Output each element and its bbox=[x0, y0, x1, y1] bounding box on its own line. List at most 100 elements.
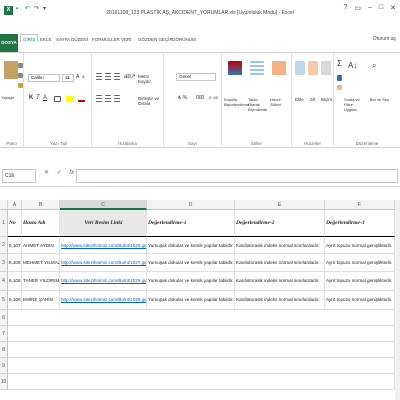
delete-cells-icon[interactable] bbox=[308, 61, 318, 75]
autosum-icon[interactable]: Σ bbox=[337, 59, 342, 68]
image-link[interactable]: http://www.sitezihnimiz.com/Bulnt/1029.j… bbox=[60, 291, 147, 310]
row-header[interactable]: 10 bbox=[0, 374, 8, 390]
header-cell-eval2[interactable]: Değerlendirme-2 bbox=[235, 210, 325, 237]
merge-center-button[interactable]: Birleştir ve Ortala bbox=[138, 96, 163, 106]
insert-cells-label[interactable]: Ekle bbox=[295, 97, 304, 102]
grow-font-icon[interactable]: A bbox=[76, 74, 79, 80]
decimal-icon[interactable]: ,0 ,00 bbox=[208, 95, 218, 100]
column-header-a[interactable]: A bbox=[8, 200, 22, 210]
format-cells-label[interactable]: Biçim bbox=[321, 97, 332, 102]
number-format-combo[interactable]: Genel bbox=[176, 73, 216, 81]
tab-file[interactable]: DOSYA bbox=[0, 34, 18, 52]
cancel-icon[interactable]: ✕ bbox=[44, 170, 49, 176]
select-all-corner[interactable] bbox=[0, 200, 8, 210]
shrink-font-icon[interactable]: A bbox=[82, 74, 85, 79]
table-cell[interactable]: Yumuşak dokular ve kemik yapılar tabiidi… bbox=[147, 272, 235, 291]
cell-styles-label[interactable]: Hücre Stilleri bbox=[270, 97, 290, 107]
align-left-icon[interactable] bbox=[96, 95, 102, 103]
sort-filter-icon[interactable]: A↓ bbox=[348, 61, 357, 70]
formula-input[interactable] bbox=[76, 169, 398, 183]
row-header[interactable]: 5 bbox=[0, 291, 8, 310]
enter-icon[interactable]: ✓ bbox=[57, 170, 62, 176]
find-select-icon[interactable]: ⌕ bbox=[372, 61, 376, 71]
header-cell-patient[interactable]: Hasta Adı bbox=[22, 210, 60, 237]
borders-icon[interactable] bbox=[54, 96, 61, 102]
row-header[interactable]: 7 bbox=[0, 326, 8, 342]
copy-icon[interactable] bbox=[18, 73, 23, 78]
align-bottom-icon[interactable] bbox=[114, 73, 120, 81]
sort-filter-label[interactable]: Sırala ve Filtre Uygula bbox=[344, 97, 366, 112]
row-header[interactable]: 2 bbox=[0, 237, 8, 254]
bold-icon[interactable]: K bbox=[29, 95, 33, 101]
table-cell[interactable]: Yumuşak dokular ve kemik yapılar tabiidi… bbox=[147, 291, 235, 310]
table-cell[interactable]: Ayrıt topuzu normal genişliktedir. bbox=[325, 254, 395, 272]
row-header[interactable]: 3 bbox=[0, 254, 8, 272]
underline-icon[interactable]: A bbox=[43, 95, 47, 101]
image-link[interactable]: http://www.sitezihnimiz.com/Bulnt/1029.j… bbox=[60, 272, 147, 291]
column-header-f[interactable]: F bbox=[325, 200, 395, 210]
header-cell-eval3[interactable]: Değerlendirme-3 bbox=[325, 210, 395, 237]
tab-insert[interactable]: EKLE bbox=[40, 37, 52, 42]
conditional-formatting-icon[interactable] bbox=[228, 61, 242, 75]
table-cell[interactable]: Ayrıt topuzu normal genişliktedir. bbox=[325, 237, 395, 254]
row-header[interactable]: 1 bbox=[0, 210, 8, 237]
empty-row[interactable] bbox=[8, 310, 395, 326]
delete-cells-label[interactable]: Sil bbox=[310, 97, 315, 102]
insert-cells-icon[interactable] bbox=[295, 61, 305, 75]
help-icon[interactable]: ? bbox=[343, 4, 347, 12]
sign-in-link[interactable]: Oturum aç bbox=[373, 36, 396, 42]
column-header-d[interactable]: D bbox=[147, 200, 235, 210]
align-top-icon[interactable] bbox=[96, 73, 102, 81]
font-color-icon[interactable] bbox=[78, 96, 85, 102]
empty-row[interactable] bbox=[8, 326, 395, 342]
table-cell[interactable]: 6,108 bbox=[8, 291, 22, 310]
tab-formulas[interactable]: FORMÜLLER bbox=[92, 37, 120, 42]
table-cell[interactable]: EMİNE ŞAHİN bbox=[22, 291, 60, 310]
tab-data[interactable]: VERİ bbox=[121, 37, 132, 42]
table-cell[interactable]: Yumuşak dokular ve kemik yapılar tabiidi… bbox=[147, 237, 235, 254]
row-header[interactable]: 9 bbox=[0, 358, 8, 374]
empty-row[interactable] bbox=[8, 374, 395, 390]
align-center-icon[interactable] bbox=[105, 95, 111, 103]
minimize-icon[interactable]: – bbox=[368, 4, 372, 12]
row-header[interactable]: 4 bbox=[0, 272, 8, 291]
cell-styles-icon[interactable] bbox=[272, 61, 286, 75]
currency-icon[interactable]: ₺ % bbox=[178, 95, 187, 101]
paste-icon[interactable] bbox=[4, 61, 18, 79]
insert-function-icon[interactable]: fx bbox=[69, 170, 74, 176]
format-cells-icon[interactable] bbox=[321, 61, 331, 75]
table-cell[interactable]: Kardiotorasik indeks normal sınırlardadı… bbox=[235, 254, 325, 272]
format-as-table-label[interactable]: Tablo Olarak Biçimlendir bbox=[248, 97, 270, 112]
font-size-combo[interactable]: 11 bbox=[62, 74, 74, 82]
italic-icon[interactable]: T bbox=[36, 95, 40, 101]
table-cell[interactable]: 6,108 bbox=[8, 254, 22, 272]
column-header-c[interactable]: C bbox=[60, 200, 147, 210]
paste-label[interactable]: Yapıştır bbox=[1, 95, 15, 100]
table-cell[interactable]: MEHMET YILMAZ bbox=[22, 254, 60, 272]
close-icon[interactable]: ✕ bbox=[390, 4, 396, 12]
cut-icon[interactable] bbox=[18, 63, 23, 68]
fill-color-icon[interactable] bbox=[66, 96, 73, 102]
tab-home[interactable]: GİRİŞ bbox=[20, 34, 39, 42]
tab-view[interactable]: GÖRÜNÜM bbox=[172, 37, 196, 42]
table-cell[interactable]: Ayrıt topuzu normal genişliktedir. bbox=[325, 291, 395, 310]
fill-icon[interactable] bbox=[337, 75, 342, 81]
table-cell[interactable]: Ayrıt topuzu normal genişliktedir. bbox=[325, 272, 395, 291]
table-cell[interactable]: 6,107 bbox=[8, 237, 22, 254]
wrap-text-button[interactable]: Metni Kaydır bbox=[138, 74, 163, 84]
table-cell[interactable]: Kardiotorasik indeks normal sınırlardadı… bbox=[235, 291, 325, 310]
format-painter-icon[interactable] bbox=[18, 83, 23, 88]
conditional-formatting-label[interactable]: Koşullu Biçimlendirme bbox=[224, 97, 249, 107]
header-cell-image-link[interactable]: Veri Resim Linki bbox=[60, 210, 147, 237]
format-as-table-icon[interactable] bbox=[250, 61, 264, 75]
column-header-b[interactable]: B bbox=[22, 200, 60, 210]
empty-row[interactable] bbox=[8, 342, 395, 358]
ribbon-display-icon[interactable]: ▭ bbox=[354, 4, 361, 12]
table-cell[interactable]: AHMET AYDIN bbox=[22, 237, 60, 254]
row-header[interactable]: 8 bbox=[0, 342, 8, 358]
clear-icon[interactable] bbox=[337, 85, 342, 90]
row-header[interactable]: 6 bbox=[0, 310, 8, 326]
font-name-combo[interactable]: Calibri bbox=[28, 74, 60, 82]
table-cell[interactable]: 6,108 bbox=[8, 272, 22, 291]
header-cell-eval1[interactable]: Değerlendirme-1 bbox=[147, 210, 235, 237]
